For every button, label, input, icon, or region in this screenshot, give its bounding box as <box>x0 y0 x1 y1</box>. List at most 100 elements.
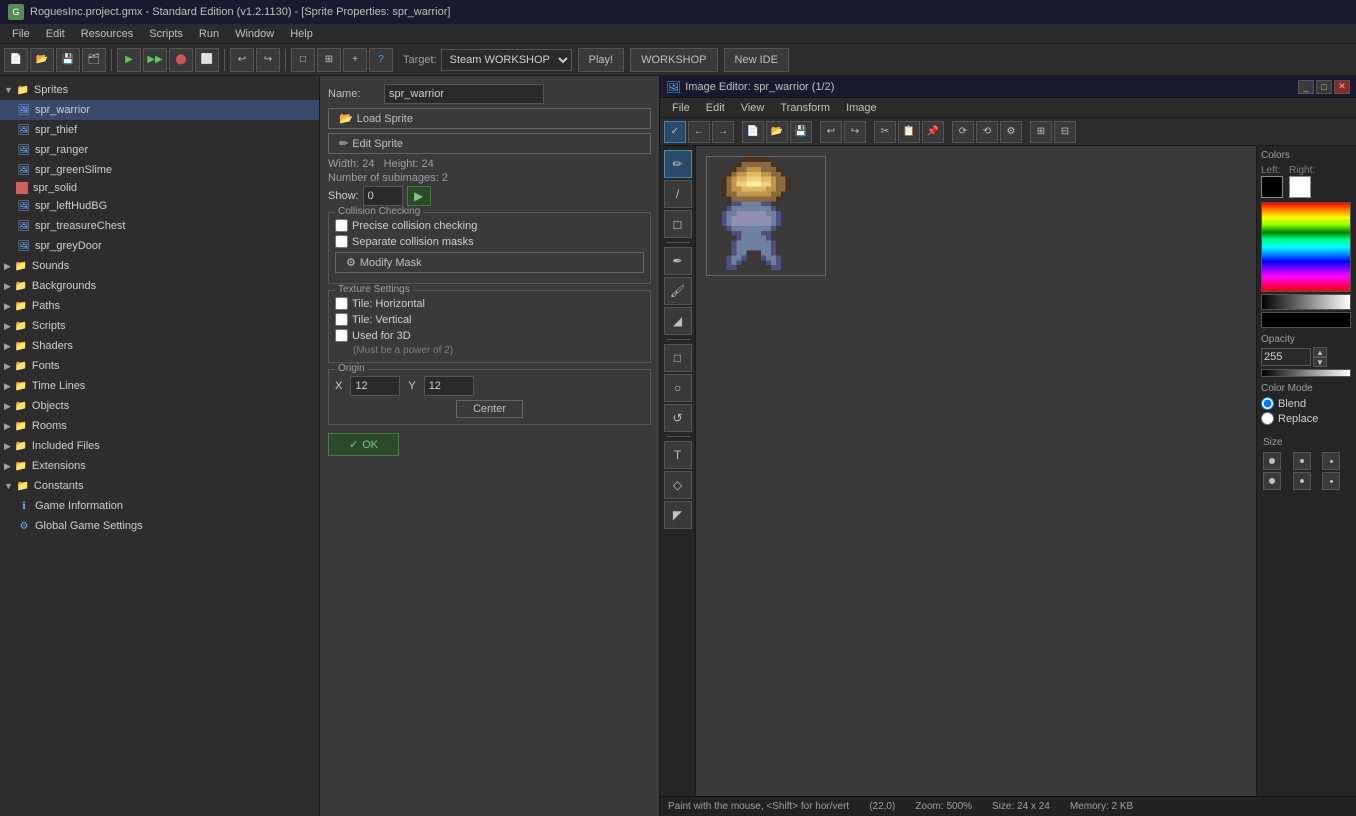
tree-spr-lefthud[interactable]: 🖼 spr_leftHudBG <box>0 196 319 216</box>
toolbar-new[interactable]: 📄 <box>4 48 28 72</box>
separate-checkbox[interactable] <box>335 235 348 248</box>
show-next-button[interactable]: ▶ <box>407 186 431 206</box>
ie-tb-fwd[interactable]: → <box>712 121 734 143</box>
edit-sprite-button[interactable]: ✏ Edit Sprite <box>328 133 651 154</box>
toolbar-run[interactable]: ▶ <box>117 48 141 72</box>
toolbar-open[interactable]: 📂 <box>30 48 54 72</box>
toolbar-b2[interactable]: ⊞ <box>317 48 341 72</box>
modify-mask-button[interactable]: ⚙ Modify Mask <box>335 252 644 273</box>
menu-file[interactable]: File <box>4 24 38 44</box>
ie-tb-new[interactable]: 📄 <box>742 121 764 143</box>
blend-radio[interactable] <box>1261 397 1274 410</box>
tree-spr-solid[interactable]: spr_solid <box>0 180 319 196</box>
ie-tb-b1[interactable]: ⟳ <box>952 121 974 143</box>
tool-select[interactable]: ◤ <box>664 501 692 529</box>
tree-objects-folder[interactable]: ▶ 📁 Objects <box>0 396 319 416</box>
tree-timelines-folder[interactable]: ▶ 📁 Time Lines <box>0 376 319 396</box>
tree-rooms-folder[interactable]: ▶ 📁 Rooms <box>0 416 319 436</box>
tool-text[interactable]: T <box>664 441 692 469</box>
ie-menu-edit[interactable]: Edit <box>698 102 733 114</box>
ie-tb-cut[interactable]: ✂ <box>874 121 896 143</box>
y-input[interactable] <box>424 376 474 396</box>
tool-rect[interactable]: □ <box>664 344 692 372</box>
tree-spr-greenslime[interactable]: 🖼 spr_greenSlime <box>0 160 319 180</box>
x-input[interactable] <box>350 376 400 396</box>
tile-v-checkbox[interactable] <box>335 313 348 326</box>
ie-tb-paste[interactable]: 📌 <box>922 121 944 143</box>
toolbar-saveall[interactable]: 🗂 <box>82 48 106 72</box>
ie-tb-undo[interactable]: ↩ <box>820 121 842 143</box>
size-dot-2[interactable] <box>1293 452 1311 470</box>
play-button[interactable]: Play! <box>578 48 624 72</box>
toolbar-stop[interactable]: ⬜ <box>195 48 219 72</box>
tree-global-settings[interactable]: ⚙ Global Game Settings <box>0 516 319 536</box>
tile-h-checkbox[interactable] <box>335 297 348 310</box>
tree-sprites-folder[interactable]: ▼ 📁 Sprites <box>0 80 319 100</box>
ie-minimize-button[interactable]: _ <box>1298 80 1314 94</box>
ie-maximize-button[interactable]: □ <box>1316 80 1332 94</box>
tree-game-info[interactable]: ℹ Game Information <box>0 496 319 516</box>
size-dot-1[interactable] <box>1263 452 1281 470</box>
load-sprite-button[interactable]: 📂 Load Sprite <box>328 108 651 129</box>
ie-tb-grid1[interactable]: ⊞ <box>1030 121 1052 143</box>
ie-tb-save[interactable]: 💾 <box>790 121 812 143</box>
tool-diamond[interactable]: ◇ <box>664 471 692 499</box>
opacity-input[interactable] <box>1261 348 1311 366</box>
opacity-up[interactable]: ▲ <box>1313 347 1327 357</box>
menu-window[interactable]: Window <box>227 24 282 44</box>
ie-tb-b2[interactable]: ⟲ <box>976 121 998 143</box>
size-dot-6[interactable] <box>1322 472 1340 490</box>
size-dot-5[interactable] <box>1293 472 1311 490</box>
menu-edit[interactable]: Edit <box>38 24 73 44</box>
color-black-bar[interactable] <box>1261 312 1351 328</box>
target-select[interactable]: Steam WORKSHOP <box>441 49 572 71</box>
sprite-canvas[interactable] <box>706 156 826 276</box>
toolbar-save[interactable]: 💾 <box>56 48 80 72</box>
tree-included-folder[interactable]: ▶ 📁 Included Files <box>0 436 319 456</box>
toolbar-run2[interactable]: ▶▶ <box>143 48 167 72</box>
tree-spr-warrior[interactable]: 🖼 spr_warrior <box>0 100 319 120</box>
toolbar-debug[interactable]: ⬤ <box>169 48 193 72</box>
toolbar-b3[interactable]: + <box>343 48 367 72</box>
color-palette[interactable] <box>1261 202 1351 292</box>
center-button[interactable]: Center <box>456 400 523 418</box>
size-dot-3[interactable] <box>1322 452 1340 470</box>
workshop-button[interactable]: WORKSHOP <box>630 48 717 72</box>
newide-button[interactable]: New IDE <box>724 48 789 72</box>
tree-spr-treasure[interactable]: 🖼 spr_treasureChest <box>0 216 319 236</box>
ie-canvas-area[interactable] <box>696 146 1256 796</box>
ie-tb-redo[interactable]: ↪ <box>844 121 866 143</box>
ie-menu-transform[interactable]: Transform <box>772 102 838 114</box>
ie-tb-copy[interactable]: 📋 <box>898 121 920 143</box>
tree-backgrounds-folder[interactable]: ▶ 📁 Backgrounds <box>0 276 319 296</box>
tree-sounds-folder[interactable]: ▶ 📁 Sounds <box>0 256 319 276</box>
toolbar-b4[interactable]: ? <box>369 48 393 72</box>
menu-run[interactable]: Run <box>191 24 227 44</box>
ie-tb-grid2[interactable]: ⊟ <box>1054 121 1076 143</box>
replace-radio[interactable] <box>1261 412 1274 425</box>
tool-pencil2[interactable]: ✒ <box>664 247 692 275</box>
right-color-swatch[interactable] <box>1289 176 1311 198</box>
tree-extensions-folder[interactable]: ▶ 📁 Extensions <box>0 456 319 476</box>
size-dot-4[interactable] <box>1263 472 1281 490</box>
toolbar-b1[interactable]: □ <box>291 48 315 72</box>
tool-brush[interactable]: 🖌 <box>664 277 692 305</box>
tool-fill[interactable]: ◢ <box>664 307 692 335</box>
tree-spr-greydoor[interactable]: 🖼 spr_greyDoor <box>0 236 319 256</box>
opacity-down[interactable]: ▼ <box>1313 357 1327 367</box>
toolbar-undo[interactable]: ↩ <box>230 48 254 72</box>
ie-menu-view[interactable]: View <box>733 102 773 114</box>
ie-tb-check[interactable]: ✓ <box>664 121 686 143</box>
ie-menu-image[interactable]: Image <box>838 102 885 114</box>
tool-pencil[interactable]: ✏ <box>664 150 692 178</box>
ie-tb-open[interactable]: 📂 <box>766 121 788 143</box>
ie-tb-b3[interactable]: ⚙ <box>1000 121 1022 143</box>
tool-line[interactable]: / <box>664 180 692 208</box>
show-input[interactable] <box>363 186 403 206</box>
left-color-swatch[interactable] <box>1261 176 1283 198</box>
menu-resources[interactable]: Resources <box>73 24 142 44</box>
ie-menu-file[interactable]: File <box>664 102 698 114</box>
ie-close-button[interactable]: ✕ <box>1334 80 1350 94</box>
tool-circle[interactable]: ○ <box>664 374 692 402</box>
color-gray-gradient[interactable] <box>1261 294 1351 310</box>
